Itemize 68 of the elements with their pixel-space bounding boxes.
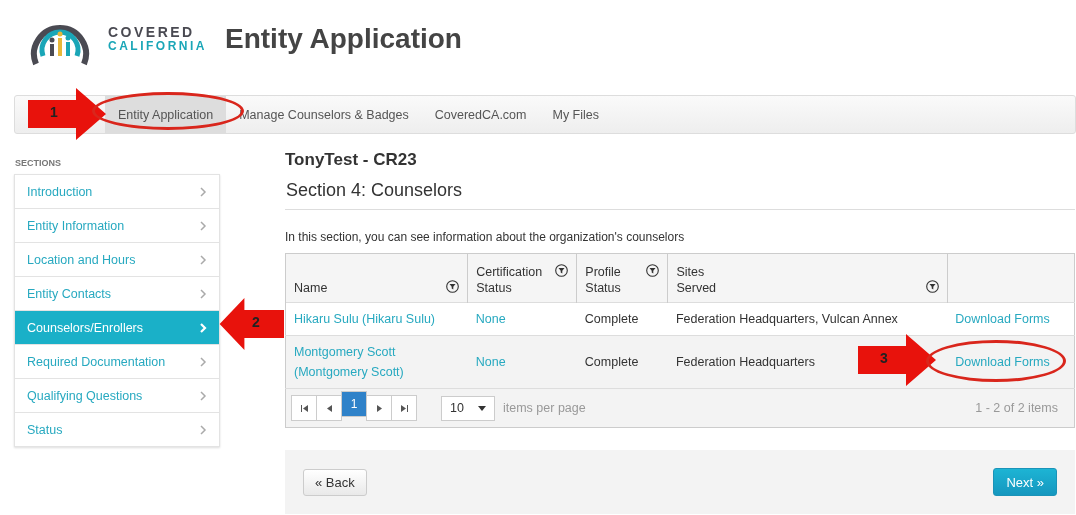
previous-page-button[interactable] (316, 395, 342, 421)
last-page-button[interactable] (391, 395, 417, 421)
download-forms-link[interactable]: Download Forms (955, 312, 1050, 326)
nav-tab[interactable]: CoveredCA.com (421, 96, 540, 133)
chevron-icon (200, 288, 207, 299)
section-title: Section 4: Counselors (285, 170, 1075, 210)
column-label: Name (294, 280, 328, 296)
chevron-icon (200, 220, 207, 231)
sidebar-item[interactable]: Status (15, 412, 219, 446)
page-size-label: items per page (503, 401, 586, 415)
page-title: Entity Application (225, 23, 462, 55)
chevron-icon (200, 186, 207, 197)
filter-icon[interactable] (446, 280, 460, 293)
next-page-button[interactable] (366, 395, 392, 421)
sidebar-item-label: Introduction (27, 184, 93, 199)
page-button[interactable]: 1 (341, 391, 367, 417)
sidebar-item[interactable]: Location and Hours (15, 242, 219, 276)
first-page-icon (300, 404, 308, 412)
last-page-icon (400, 404, 408, 412)
sidebar-item-label: Counselors/Enrollers (27, 320, 144, 335)
logo-text: COVERED (108, 25, 196, 39)
previous-page-icon (326, 404, 332, 412)
next-button[interactable]: Next » (993, 468, 1057, 496)
first-page-button[interactable] (291, 395, 317, 421)
sidebar-item-label: Entity Information (27, 218, 125, 233)
chevron-icon (200, 424, 207, 435)
sidebar-item-label: Location and Hours (27, 252, 136, 267)
chevron-icon (200, 390, 207, 401)
column-label: Certification Status (476, 264, 543, 296)
download-forms-link[interactable]: Download Forms (955, 355, 1050, 369)
nav-tab[interactable]: My Files (539, 96, 612, 133)
chevron-icon (200, 356, 207, 367)
dropdown-caret-icon (478, 405, 486, 411)
sidebar-item[interactable]: Introduction (15, 175, 219, 208)
column-label: Profile Status (585, 264, 621, 296)
sidebar-item-label: Status (27, 422, 63, 437)
next-page-icon (376, 404, 382, 412)
nav-tab[interactable]: Manage Counselors & Badges (226, 96, 422, 133)
page-size-select[interactable]: 10 (441, 395, 495, 421)
table-cell[interactable]: Hikaru Sulu (Hikaru Sulu) (285, 302, 468, 336)
sidebar-item-label: Qualifying Questions (27, 388, 143, 403)
table-cell: Complete (576, 302, 668, 336)
filter-icon[interactable] (555, 264, 569, 277)
nav-tab[interactable]: Entity Application (105, 96, 227, 133)
annotation-number: 3 (880, 350, 888, 366)
back-button[interactable]: « Back (303, 468, 367, 496)
sidebar-item-label: Required Documentation (27, 354, 166, 369)
filter-icon[interactable] (646, 264, 660, 277)
sidebar-item-label: Entity Contacts (27, 286, 112, 301)
logo-subtext: CALIFORNIA (108, 39, 207, 53)
sidebar-item[interactable]: Qualifying Questions (15, 378, 219, 412)
chevron-icon (200, 322, 207, 333)
table-cell: Federation Headquarters, Vulcan Annex (667, 302, 948, 336)
chevron-icon (200, 254, 207, 265)
annotation-number: 1 (50, 104, 58, 120)
sidebar-item[interactable]: Required Documentation (15, 344, 219, 378)
annotation-number: 2 (252, 314, 260, 330)
arrow-annotation (218, 298, 284, 350)
sidebar-item[interactable]: Entity Information (15, 208, 219, 242)
table-cell[interactable]: None (467, 302, 577, 336)
intro-text: In this section, you can see information about the organization's counselors (285, 230, 686, 244)
sidebar-heading: SECTIONS (14, 157, 62, 170)
pager-summary: 1 - 2 of 2 items (975, 401, 1058, 415)
column-label: Sites Served (676, 264, 717, 296)
entity-name: TonyTest - CR23 (285, 150, 418, 170)
filter-icon[interactable] (925, 280, 939, 293)
sidebar-item[interactable]: Counselors/Enrollers (15, 310, 219, 344)
sidebar-item[interactable]: Entity Contacts (15, 276, 219, 310)
